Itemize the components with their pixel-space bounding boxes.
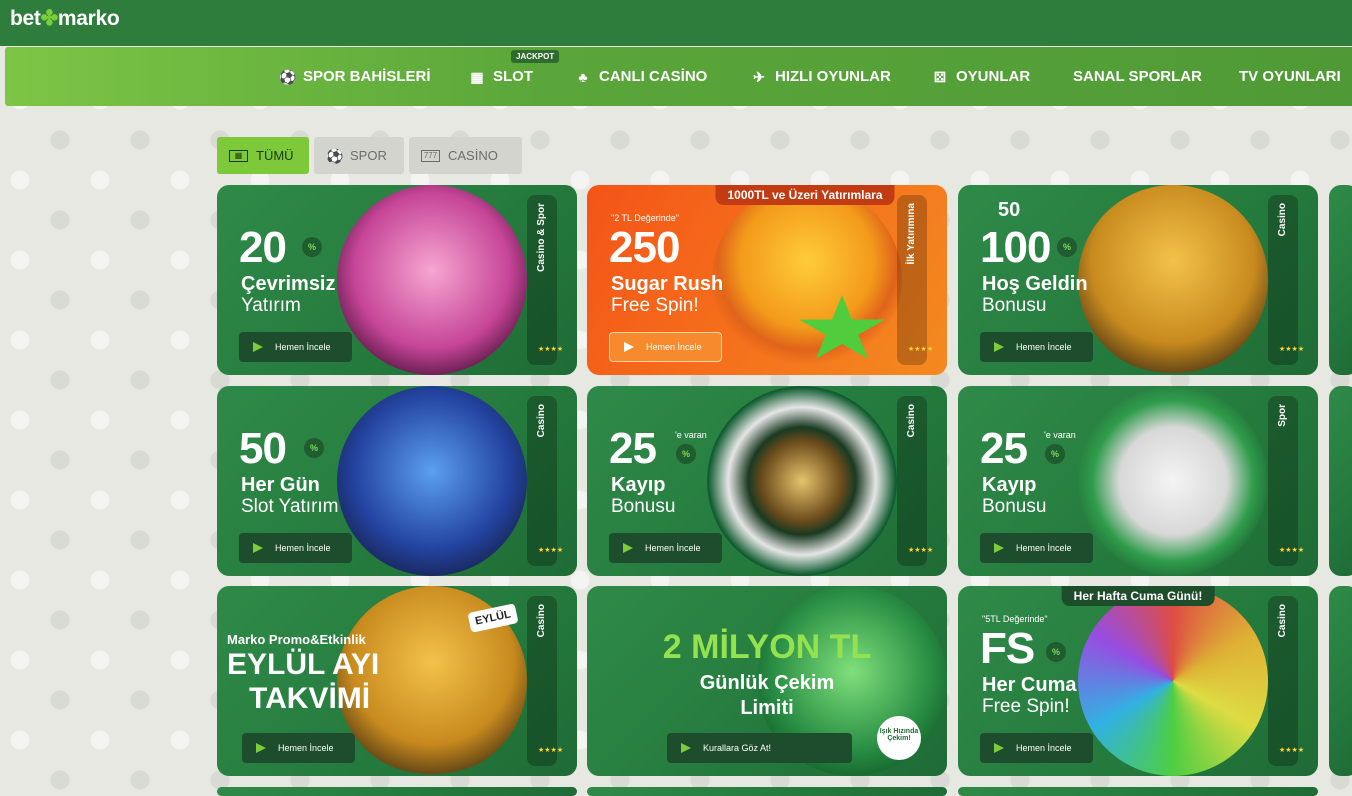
dealer-icon: ♣: [578, 68, 588, 85]
category-tab: Casino ★★★★: [527, 596, 563, 766]
play-icon: [994, 543, 1004, 553]
promo-card[interactable]: Her Hafta Cuma Günü! Casino ★★★★ "5TL Değ…: [958, 586, 1318, 776]
play-icon: [681, 743, 691, 753]
play-icon: [256, 743, 266, 753]
promo-card-partial[interactable]: [587, 787, 947, 796]
play-icon: [994, 342, 1004, 352]
hemen-incele-button[interactable]: Hemen İncele: [980, 733, 1093, 763]
dice-icon: ⚄: [933, 68, 947, 85]
play-icon: [253, 342, 263, 352]
play-icon: [253, 543, 263, 553]
fast-withdraw-badge: Işık Hızında Çekim!: [877, 716, 921, 760]
nav-sanal-sporlar[interactable]: SANAL SPORLAR: [1073, 47, 1202, 106]
category-tab: Casino & Spor ★★★★: [527, 195, 563, 365]
promo-card[interactable]: Casino & Spor ★★★★ 20 % Çevrimsiz Yatırım…: [217, 185, 577, 375]
filter-casino[interactable]: 777 CASİNO: [409, 137, 522, 174]
promo-card-partial[interactable]: [217, 787, 577, 796]
percent-icon: %: [1045, 444, 1065, 464]
nav-tv-oyunlari[interactable]: TV OYUNLARI: [1239, 47, 1341, 106]
promo-card[interactable]: 2 MİLYON TL Günlük Çekim Limiti Işık Hız…: [587, 586, 947, 776]
zeus-art: [1078, 185, 1268, 375]
percent-icon: %: [1046, 642, 1066, 662]
hemen-incele-button[interactable]: Hemen İncele: [609, 533, 722, 563]
category-tab: İlk Yatırımına ★★★★: [897, 195, 933, 365]
hemen-incele-button[interactable]: Hemen İncele: [242, 733, 355, 763]
promo-card-partial[interactable]: [958, 787, 1318, 796]
football-player-art: [1078, 386, 1268, 576]
category-tab: Spor ★★★★: [1268, 396, 1304, 566]
balls-icon: ⚽: [326, 147, 344, 164]
hemen-incele-button[interactable]: Hemen İncele: [239, 533, 352, 563]
sugar-rush-fruit-art: [712, 185, 902, 375]
kurallara-goz-at-button[interactable]: Kurallara Göz At!: [667, 733, 852, 763]
slot-machine-art: [337, 386, 527, 576]
nav-spor-bahisleri[interactable]: ⚽ SPOR BAHİSLERİ: [279, 47, 431, 106]
jackpot-badge: JACKPOT: [511, 50, 560, 63]
rainbow-dwarf-art: [1078, 586, 1268, 776]
play-icon: [624, 342, 634, 352]
percent-icon: %: [302, 237, 322, 257]
promo-card[interactable]: Casino ★★★★ 50 % Her Gün Slot Yatırım Hem…: [217, 386, 577, 576]
promo-card-partial[interactable]: [1329, 386, 1352, 576]
percent-icon: %: [304, 438, 324, 458]
promo-card-partial[interactable]: [1329, 185, 1352, 375]
hemen-incele-button[interactable]: Hemen İncele: [980, 332, 1093, 362]
plane-icon: ✈: [753, 68, 765, 85]
hemen-incele-button[interactable]: Hemen İncele: [980, 533, 1093, 563]
promo-card[interactable]: EYLÜL Casino ★★★★ Marko Promo&Etkinlik EY…: [217, 586, 577, 776]
promo-card-partial[interactable]: [1329, 586, 1352, 776]
category-tab: Casino ★★★★: [1268, 195, 1304, 365]
promo-card[interactable]: Spor ★★★★ 25 'e varan % Kayıp Bonusu Heme…: [958, 386, 1318, 576]
roulette-art: [707, 386, 897, 576]
main-nav: ⚽ SPOR BAHİSLERİ JACKPOT ▦ SLOT ♣ CANLI CASİ…: [5, 47, 1352, 106]
category-tab: Casino ★★★★: [897, 396, 933, 566]
play-icon: [623, 543, 633, 553]
category-tab: Casino ★★★★: [527, 396, 563, 566]
clover-icon: ✤: [40, 7, 59, 30]
filter-spor[interactable]: ⚽ SPOR: [314, 137, 404, 174]
percent-icon: %: [1057, 237, 1077, 257]
slot-machine-icon: ▦: [470, 68, 484, 85]
nav-oyunlar[interactable]: ⚄ OYUNLAR: [932, 47, 1030, 106]
anime-characters-art: [337, 185, 527, 375]
nav-slot[interactable]: JACKPOT ▦ SLOT: [469, 47, 560, 106]
hemen-incele-button[interactable]: Hemen İncele: [239, 332, 352, 362]
promo-card[interactable]: Casino ★★★★ 25 'e varan % Kayıp Bonusu He…: [587, 386, 947, 576]
nav-hizli-oyunlar[interactable]: ✈ HIZLI OYUNLAR: [751, 47, 891, 106]
play-icon: [994, 743, 1004, 753]
slot-reels-icon: 777: [421, 149, 440, 162]
promo-card[interactable]: 1000TL ve Üzeri Yatırımlara İlk Yatırımı…: [587, 185, 947, 375]
nav-canli-casino[interactable]: ♣ CANLI CASİNO: [575, 47, 707, 106]
hemen-incele-button[interactable]: Hemen İncele: [609, 332, 722, 362]
top-bar: bet✤marko: [0, 0, 1352, 46]
percent-icon: %: [676, 444, 696, 464]
grid-icon: ▦: [229, 149, 248, 162]
betmarko-logo[interactable]: bet✤marko: [10, 6, 120, 31]
promo-card[interactable]: Casino ★★★★ 50 100 % Hoş Geldin Bonusu He…: [958, 185, 1318, 375]
category-tab: Casino ★★★★: [1268, 596, 1304, 766]
soccer-ball-icon: ⚽: [279, 68, 297, 85]
filter-tumu[interactable]: ▦ TÜMÜ: [217, 137, 309, 174]
